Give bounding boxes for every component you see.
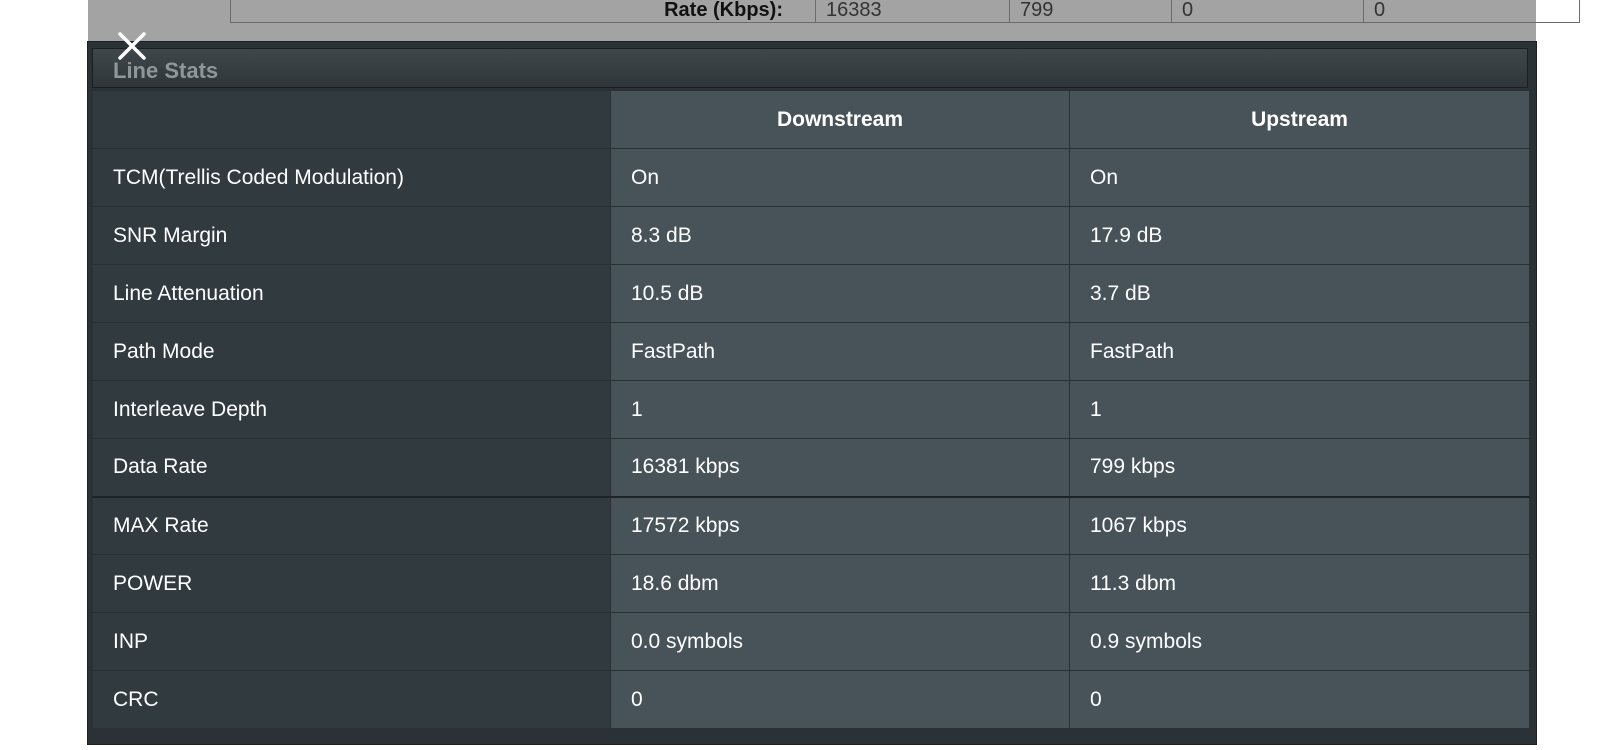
- downstream-value: 10.5 dB: [610, 264, 1070, 323]
- downstream-value: 17572 kbps: [610, 495, 1070, 555]
- row-label: SNR Margin: [92, 206, 611, 265]
- close-icon: [118, 32, 146, 60]
- table-row: POWER 18.6 dbm 11.3 dbm: [92, 554, 1530, 613]
- table-row: Data Rate 16381 kbps 799 kbps: [92, 438, 1530, 497]
- downstream-value: 0: [610, 670, 1070, 729]
- background-cell: 799: [1009, 0, 1170, 22]
- row-label: Line Attenuation: [92, 264, 611, 323]
- downstream-value: 8.3 dB: [610, 206, 1070, 265]
- table-row: CRC 0 0: [92, 670, 1530, 729]
- downstream-value: On: [610, 148, 1070, 207]
- background-rate-row: Rate (Kbps): 16383 799 0 0: [231, 0, 1579, 22]
- table-row: Line Attenuation 10.5 dB 3.7 dB: [92, 264, 1530, 323]
- downstream-value: FastPath: [610, 322, 1070, 381]
- downstream-value: 1: [610, 380, 1070, 439]
- close-button[interactable]: [112, 26, 152, 66]
- background-row-label: Rate (Kbps):: [664, 0, 783, 21]
- dialog-title-bar: Line Stats: [92, 48, 1528, 88]
- upstream-value: 799 kbps: [1069, 438, 1530, 497]
- header-downstream: Downstream: [610, 90, 1070, 149]
- downstream-value: 16381 kbps: [610, 438, 1070, 497]
- row-label: CRC: [92, 670, 611, 729]
- upstream-value: On: [1069, 148, 1530, 207]
- table-row: INP 0.0 symbols 0.9 symbols: [92, 612, 1530, 671]
- header-blank: [92, 90, 611, 149]
- row-label: Data Rate: [92, 438, 611, 497]
- table-row: Interleave Depth 1 1: [92, 380, 1530, 439]
- background-table: Rate (Kbps): 16383 799 0 0: [230, 0, 1580, 23]
- table-row: Path Mode FastPath FastPath: [92, 322, 1530, 381]
- downstream-value: 0.0 symbols: [610, 612, 1070, 671]
- upstream-value: 1067 kbps: [1069, 495, 1530, 555]
- line-stats-table: Downstream Upstream TCM(Trellis Coded Mo…: [92, 90, 1530, 729]
- header-upstream: Upstream: [1069, 90, 1530, 149]
- row-label: INP: [92, 612, 611, 671]
- upstream-value: 17.9 dB: [1069, 206, 1530, 265]
- table-header-row: Downstream Upstream: [92, 90, 1530, 149]
- table-row: TCM(Trellis Coded Modulation) On On: [92, 148, 1530, 207]
- background-cell: 0: [1171, 0, 1362, 22]
- downstream-value: 18.6 dbm: [610, 554, 1070, 613]
- line-stats-dialog: Line Stats Downstream Upstream TCM(Trell…: [88, 42, 1536, 744]
- upstream-value: FastPath: [1069, 322, 1530, 381]
- row-label: MAX Rate: [92, 495, 611, 555]
- background-cell: 16383: [815, 0, 1008, 22]
- row-label: POWER: [92, 554, 611, 613]
- row-label: Interleave Depth: [92, 380, 611, 439]
- upstream-value: 1: [1069, 380, 1530, 439]
- upstream-value: 0.9 symbols: [1069, 612, 1530, 671]
- upstream-value: 11.3 dbm: [1069, 554, 1530, 613]
- row-label: Path Mode: [92, 322, 611, 381]
- upstream-value: 0: [1069, 670, 1530, 729]
- row-label: TCM(Trellis Coded Modulation): [92, 148, 611, 207]
- table-row: MAX Rate 17572 kbps 1067 kbps: [92, 495, 1530, 555]
- upstream-value: 3.7 dB: [1069, 264, 1530, 323]
- table-row: SNR Margin 8.3 dB 17.9 dB: [92, 206, 1530, 265]
- background-cell: 0: [1363, 0, 1579, 22]
